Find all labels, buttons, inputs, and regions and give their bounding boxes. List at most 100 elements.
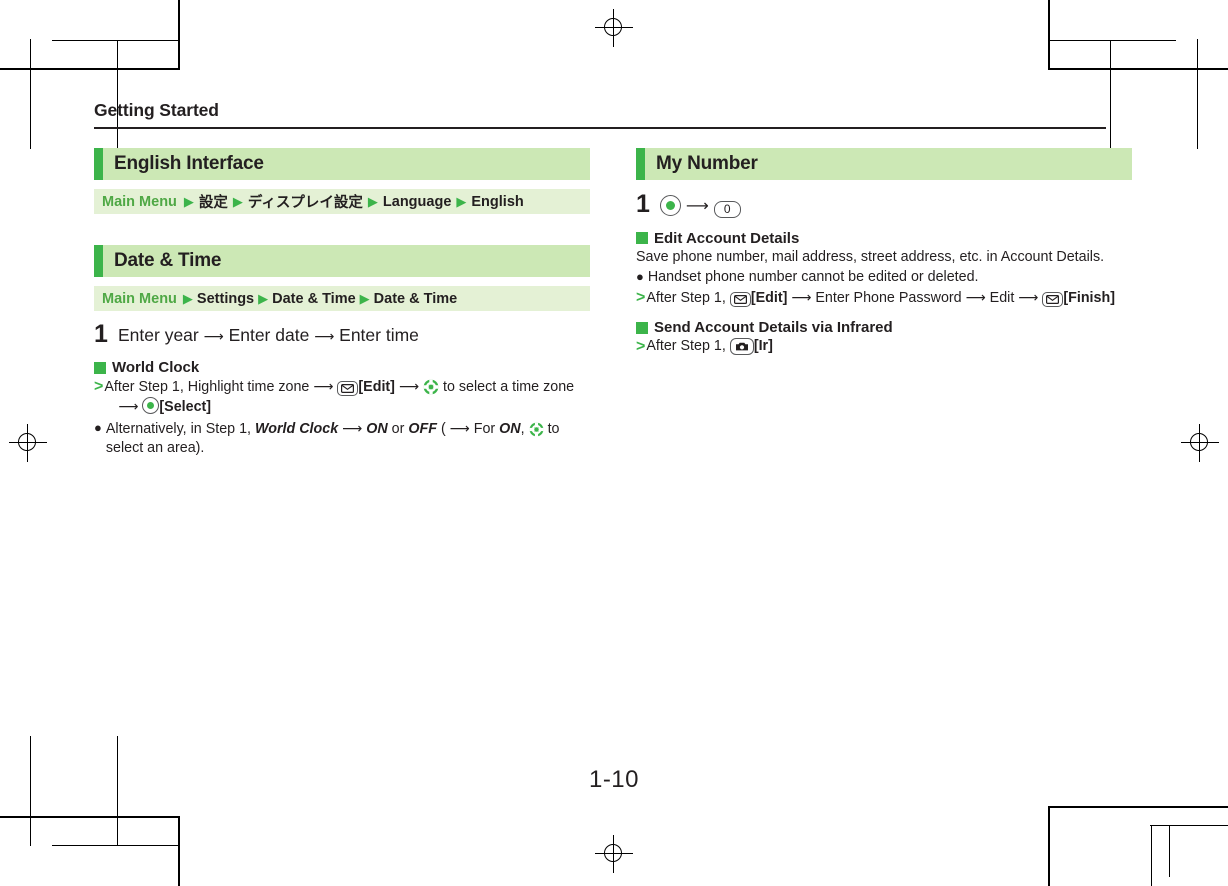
procedure-text: After Step 1, Highlight time zone ⟶ [Edi… <box>104 377 590 418</box>
note-line-world-clock: ● Alternatively, in Step 1, World Clock … <box>94 419 590 459</box>
greater-than-marker-icon: > <box>636 289 646 307</box>
chevron-right-icon: ▶ <box>359 291 370 306</box>
arrow-right-icon: ⟶ <box>685 198 709 215</box>
menu-path-segment: Language <box>382 193 452 210</box>
step-text-part: Enter year <box>118 325 199 345</box>
chevron-right-icon: ▶ <box>183 194 194 209</box>
step-text-part: Enter date <box>228 325 310 345</box>
manual-page: Getting Started English Interface Main M… <box>0 0 1228 886</box>
note-text: Alternatively, in Step 1, World Clock ⟶ … <box>106 419 590 459</box>
note-text-part: For <box>473 420 496 437</box>
subsection-heading-send-account-details-via-infrared: Send Account Details via Infrared <box>636 319 1132 336</box>
softkey-label: [Finish] <box>1063 290 1115 307</box>
procedure-continuation-line: ⟶ [Select] <box>104 397 590 417</box>
procedure-text-part: After Step 1, <box>646 290 726 307</box>
subsection-title: Send Account Details via Infrared <box>654 319 893 337</box>
procedure-text-part: Enter Phone Password <box>815 290 962 307</box>
greater-than-marker-icon: > <box>636 338 646 356</box>
subsection-heading-world-clock: World Clock <box>94 359 590 376</box>
center-select-key-icon <box>142 397 160 415</box>
note-text-part: Alternatively, in Step 1, <box>105 420 252 437</box>
note-text: Handset phone number cannot be edited or… <box>647 268 979 285</box>
procedure-text-part: After Step 1, Highlight time zone <box>104 379 310 395</box>
chevron-right-icon: ▶ <box>232 194 243 209</box>
step-instruction: Enter year ⟶ Enter date ⟶ Enter time <box>118 322 419 345</box>
running-head: Getting Started <box>94 100 219 120</box>
procedure-text: After Step 1, [Edit] ⟶ Enter Phone Passw… <box>646 288 1132 308</box>
procedure-line-send-infrared: > After Step 1, [Ir] <box>636 337 1132 356</box>
procedure-text-part: After Step 1, <box>646 338 726 355</box>
chevron-right-icon: ▶ <box>367 194 378 209</box>
subsection-title: Edit Account Details <box>654 229 800 247</box>
numeric-key-0-icon: 0 <box>713 200 741 218</box>
softkey-label: [Select] <box>159 399 212 416</box>
step-instruction: ⟶ 0 <box>660 192 741 218</box>
bullet-dot-icon: ● <box>636 268 644 284</box>
numeric-key-label: 0 <box>723 202 731 216</box>
section-header-my-number: My Number <box>636 148 1132 180</box>
section-header-date-and-time: Date & Time <box>94 245 590 277</box>
note-text-part: ( <box>440 420 450 437</box>
left-column: English Interface Main Menu ▶ 設定 ▶ ディスプレ… <box>94 148 590 458</box>
menu-path-main-menu-label: Main Menu <box>102 193 177 210</box>
camera-key-icon <box>729 338 754 356</box>
menu-path-english-interface: Main Menu ▶ 設定 ▶ ディスプレイ設定 ▶ Language ▶ E… <box>94 189 590 214</box>
arrow-right-icon: ⟶ <box>203 328 224 344</box>
note-emphasis: OFF <box>408 420 437 437</box>
menu-path-segment: ディスプレイ設定 <box>247 195 363 211</box>
step-1-date-and-time: 1 Enter year ⟶ Enter date ⟶ Enter time <box>94 322 590 347</box>
section-accent-bar <box>94 245 103 277</box>
note-line-edit-account-details: ● Handset phone number cannot be edited … <box>636 268 1132 287</box>
note-text-part: , <box>520 420 525 437</box>
mail-key-icon <box>1042 292 1064 308</box>
step-1-my-number: 1 ⟶ 0 <box>636 192 1132 218</box>
section-accent-bar <box>636 148 645 180</box>
arrow-right-icon: ⟶ <box>118 398 139 415</box>
subsection-heading-edit-account-details: Edit Account Details <box>636 230 1132 247</box>
arrow-right-icon: ⟶ <box>449 419 470 436</box>
softkey-label: [Edit] <box>750 290 788 307</box>
procedure-line-world-clock: > After Step 1, Highlight time zone ⟶ [E… <box>94 377 590 418</box>
step-number: 1 <box>94 320 108 348</box>
menu-path-date-and-time: Main Menu ▶ Settings ▶ Date & Time ▶ Dat… <box>94 286 590 311</box>
multi-guide-key-icon <box>529 422 544 437</box>
menu-path-segment: Date & Time <box>272 290 356 307</box>
menu-path-segment: English <box>471 193 524 210</box>
note-emphasis: World Clock <box>255 420 339 437</box>
step-number: 1 <box>636 190 650 218</box>
multi-guide-key-icon <box>423 379 439 395</box>
arrow-right-icon: ⟶ <box>313 378 334 394</box>
menu-path-segment: Date & Time <box>373 290 458 307</box>
greater-than-marker-icon: > <box>94 378 104 395</box>
chevron-right-icon: ▶ <box>182 291 193 306</box>
description-edit-account-details: Save phone number, mail address, street … <box>636 248 1105 265</box>
arrow-right-icon: ⟶ <box>1018 289 1039 306</box>
procedure-text-part: to select a time zone <box>442 379 575 395</box>
note-text-part: or <box>391 420 405 437</box>
chevron-right-icon: ▶ <box>258 291 269 306</box>
arrow-right-icon: ⟶ <box>791 289 812 306</box>
mail-key-icon <box>729 292 751 308</box>
note-emphasis: ON <box>366 420 388 437</box>
right-column: My Number 1 ⟶ 0 Edit Account Details Sav… <box>636 148 1132 357</box>
green-square-bullet-icon <box>94 361 106 374</box>
procedure-text: After Step 1, [Ir] <box>646 337 1132 356</box>
page-number: 1-10 <box>588 766 640 793</box>
green-square-bullet-icon <box>636 321 648 334</box>
softkey-label: [Ir] <box>753 338 773 355</box>
procedure-text-part: Edit <box>989 290 1015 307</box>
menu-path-segment: Settings <box>196 290 255 307</box>
arrow-right-icon: ⟶ <box>965 289 986 306</box>
subsection-title: World Clock <box>112 359 200 376</box>
bullet-dot-icon: ● <box>94 419 102 435</box>
center-select-key-icon <box>660 195 681 216</box>
procedure-line-edit-account-details: > After Step 1, [Edit] ⟶ Enter Phone Pas… <box>636 288 1132 308</box>
menu-path-segment: 設定 <box>198 195 228 211</box>
menu-path-main-menu-label: Main Menu <box>102 290 177 307</box>
note-emphasis: ON <box>499 420 521 437</box>
arrow-right-icon: ⟶ <box>398 378 420 394</box>
header-divider-rule <box>94 127 1106 129</box>
mail-key-icon <box>337 381 359 396</box>
arrow-right-icon: ⟶ <box>314 328 335 344</box>
section-header-english-interface: English Interface <box>94 148 590 180</box>
